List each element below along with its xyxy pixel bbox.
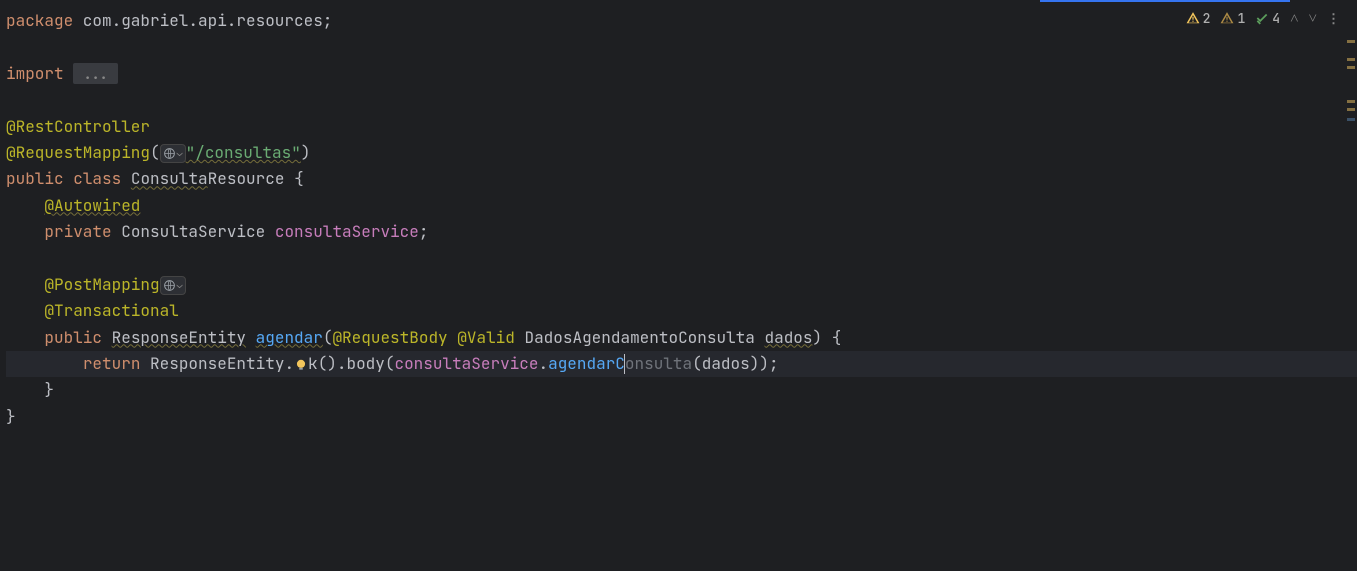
code-editor[interactable]: package com.gabriel.api.resources; impor…: [0, 0, 1357, 430]
field-name: consultaService: [275, 221, 419, 242]
type-name: ResponseEntity: [150, 353, 284, 374]
package-statement: com.gabriel.api.resources;: [73, 10, 332, 31]
check-indicator-green[interactable]: 4: [1255, 8, 1280, 29]
chevron-down-icon: ⌄: [177, 145, 183, 162]
intention-bulb-icon[interactable]: [294, 358, 308, 372]
method-call: agendarC: [548, 353, 625, 374]
editor-scrollbar[interactable]: [1345, 0, 1357, 571]
type-name: ResponseEntity: [112, 327, 246, 348]
globe-icon: [163, 279, 176, 292]
annotation: @Transactional: [44, 300, 178, 321]
scrollbar-marker-info[interactable]: [1347, 118, 1355, 121]
warning-indicator-yellow[interactable]: 2: [1186, 8, 1211, 29]
annotation: @Autowired: [44, 195, 140, 216]
warning-triangle-icon: [1186, 11, 1200, 25]
keyword: class: [73, 168, 121, 189]
string-literal: "/consultas": [186, 142, 301, 163]
keyword: package: [6, 10, 73, 31]
warning-indicator-amber[interactable]: 1: [1220, 8, 1245, 29]
keyword: public: [6, 168, 64, 189]
inline-completion-hint: onsulta: [625, 353, 692, 374]
keyword: public: [44, 327, 102, 348]
chevron-down-icon: ⌄: [177, 277, 183, 294]
check-icon: [1255, 11, 1269, 25]
scrollbar-marker-warning[interactable]: [1347, 66, 1355, 69]
url-mapping-gutter-icon[interactable]: ⌄: [160, 276, 186, 295]
scrollbar-marker-warning[interactable]: [1347, 58, 1355, 61]
folded-imports[interactable]: ...: [73, 63, 118, 84]
warning-amber-count: 1: [1237, 8, 1245, 29]
annotation: @RequestBody: [332, 327, 447, 348]
url-mapping-gutter-icon[interactable]: ⌄: [160, 144, 186, 163]
code-analysis-indicators: 2 1 4 ˄ ˅ ⋮: [1186, 6, 1341, 31]
annotation: @RequestMapping: [6, 142, 150, 163]
keyword: import: [6, 63, 64, 84]
annotation: @PostMapping: [44, 274, 159, 295]
keyword: private: [44, 221, 111, 242]
scrollbar-marker-warning[interactable]: [1347, 108, 1355, 111]
annotation: @Valid: [457, 327, 515, 348]
method-name: agendar: [256, 327, 323, 348]
current-line: return ResponseEntity.k().body(consultaS…: [6, 351, 1357, 377]
parameter-name: dados: [765, 327, 813, 348]
warning-triangle-icon: [1220, 11, 1234, 25]
nav-down-icon[interactable]: ˅: [1309, 6, 1317, 31]
type-name: ConsultaService: [121, 221, 265, 242]
scrollbar-marker-warning[interactable]: [1347, 100, 1355, 103]
text-caret: [624, 354, 625, 374]
class-name: Consulta: [131, 168, 208, 189]
scrollbar-marker-warning[interactable]: [1347, 40, 1355, 43]
annotation: @RestController: [6, 116, 150, 137]
nav-up-icon[interactable]: ˄: [1290, 6, 1298, 31]
keyword: return: [83, 353, 141, 374]
more-actions-icon[interactable]: ⋮: [1327, 8, 1341, 29]
field-reference: consultaService: [394, 353, 538, 374]
globe-icon: [163, 147, 176, 160]
check-green-count: 4: [1272, 8, 1280, 29]
type-name: DadosAgendamentoConsulta: [524, 327, 754, 348]
warning-yellow-count: 2: [1203, 8, 1211, 29]
